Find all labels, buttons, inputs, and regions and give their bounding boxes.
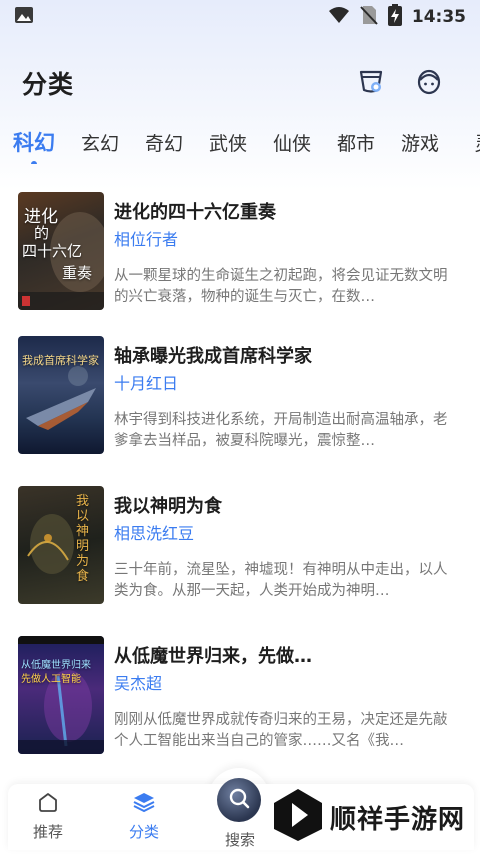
cover-title-text: 我成首席科学家 <box>22 354 99 367</box>
active-tab-indicator <box>31 161 37 164</box>
tab-fantasy[interactable]: 奇幻 <box>132 129 196 156</box>
tab-urban[interactable]: 都市 <box>324 129 388 156</box>
tab-xianxia[interactable]: 仙侠 <box>260 129 324 156</box>
tab-game[interactable]: 游戏 <box>388 129 452 156</box>
tab-label: 玄幻 <box>80 132 119 155</box>
cup-search-icon <box>356 66 386 100</box>
wifi-icon <box>328 6 350 28</box>
tab-label: 都市 <box>336 132 375 155</box>
book-cover: 我成首席科学家 <box>18 336 104 454</box>
book-item[interactable]: 我以神明为食 我以神明为食 相思洗红豆 三十年前，流星坠，神墟现！有神明从中走出… <box>0 480 480 604</box>
book-title: 轴承曝光我成首席科学家 <box>114 346 312 367</box>
tab-wuxia[interactable]: 武侠 <box>196 129 260 156</box>
tab-scifi[interactable]: 科幻 <box>0 127 68 164</box>
status-time: 14:35 <box>411 7 466 27</box>
cover-title-text: 我以神明为食 <box>76 494 90 584</box>
profile-button[interactable] <box>412 66 446 100</box>
book-description: 三十年前，流星坠，神墟现！有神明从中走出，以人类为食。从那一天起，人类开始成为神… <box>114 562 448 599</box>
gallery-notification-icon <box>14 5 34 29</box>
tab-label: 仙侠 <box>272 132 311 155</box>
nav-label: 推荐 <box>32 823 63 841</box>
nav-label[interactable]: 搜索 <box>209 829 271 850</box>
home-icon <box>37 791 59 817</box>
book-description: 林宇得到科技进化系统，开局制造出耐高温轴承，老爹拿去当样品，被夏科院曝光，震惊整… <box>114 412 448 449</box>
page-header: 分类 <box>0 56 480 110</box>
watermark-text: 顺祥手游网 <box>330 804 466 835</box>
layers-icon <box>132 791 156 817</box>
book-item[interactable]: 进化 的 四十六亿 重奏 进化的四十六亿重奏 相位行者 从一颗星球的生命诞生之初… <box>0 186 480 310</box>
cover-title-text: 从低魔世界归来 <box>21 660 91 671</box>
nav-recommend[interactable]: 推荐 <box>8 784 88 850</box>
user-avatar-icon <box>414 66 444 100</box>
nav-label: 分类 <box>128 823 159 841</box>
book-title: 我以神明为食 <box>114 496 222 517</box>
cover-title-text: 先做人工智能 <box>21 674 81 685</box>
no-sim-icon <box>360 5 378 29</box>
book-title: 从低魔世界归来，先做… <box>114 646 312 667</box>
tab-ling[interactable]: 灵 <box>452 129 480 156</box>
tab-label: 奇幻 <box>144 132 183 155</box>
book-author[interactable]: 相位行者 <box>114 226 178 250</box>
status-bar: 14:35 <box>0 0 480 34</box>
search-icon <box>227 786 251 814</box>
nav-category[interactable]: 分类 <box>104 784 184 850</box>
book-author[interactable]: 十月红日 <box>114 370 178 394</box>
tab-label: 武侠 <box>208 132 247 155</box>
cover-title-text: 四十六亿 <box>22 242 83 260</box>
tab-label: 灵 <box>474 133 480 155</box>
page-title: 分类 <box>22 70 75 99</box>
book-item[interactable]: 从低魔世界归来 先做人工智能 从低魔世界归来，先做… 吴杰超 刚刚从低魔世界成就… <box>0 630 480 754</box>
tab-label: 科幻 <box>13 131 55 155</box>
cover-title-text: 重奏 <box>62 264 93 282</box>
tab-label: 游戏 <box>400 132 439 155</box>
book-author[interactable]: 相思洗红豆 <box>114 520 194 544</box>
book-title: 进化的四十六亿重奏 <box>114 202 276 223</box>
book-cover: 从低魔世界归来 先做人工智能 <box>18 636 104 754</box>
book-cover: 我以神明为食 <box>18 486 104 604</box>
book-description: 从一颗星球的生命诞生之初起跑，将会见证无数文明的兴亡衰落，物种的诞生与灭亡，在数… <box>114 268 448 305</box>
book-description: 刚刚从低魔世界成就传奇归来的王易，决定还是先敲个人工智能出来当自己的管家……又名… <box>114 712 448 749</box>
book-item[interactable]: 我成首席科学家 轴承曝光我成首席科学家 十月红日 林宇得到科技进化系统，开局制造… <box>0 330 480 454</box>
tab-xuanhuan[interactable]: 玄幻 <box>68 129 132 156</box>
battery-charging-icon <box>387 4 402 30</box>
category-tabs: 科幻 玄幻 奇幻 武侠 仙侠 都市 游戏 灵 <box>0 120 480 164</box>
watermark-logo-icon <box>272 787 324 847</box>
watermark: 顺祥手游网 <box>272 787 478 847</box>
book-cover: 进化 的 四十六亿 重奏 <box>18 192 104 310</box>
search-button[interactable] <box>217 778 261 822</box>
book-author[interactable]: 吴杰超 <box>114 670 162 694</box>
category-filter-button[interactable] <box>354 66 388 100</box>
